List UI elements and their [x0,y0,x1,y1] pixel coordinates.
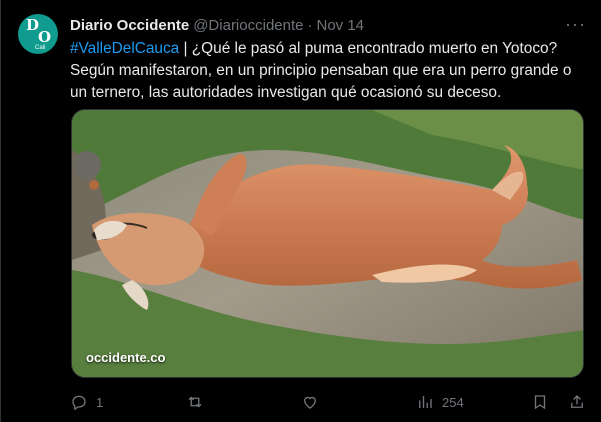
puma-photo [72,110,583,377]
tweet-actions: 1 254 [70,392,590,412]
bookmark-icon [534,395,546,410]
views-icon [419,396,432,408]
more-icon[interactable]: ··· [565,14,585,34]
separator-dot: · [307,16,313,34]
author-handle[interactable]: @Diarioccidente [193,17,303,34]
share-icon [571,395,583,408]
like-button[interactable] [301,392,327,412]
views-count: 254 [442,394,464,410]
hashtag-link[interactable]: #ValleDelCauca [70,40,179,57]
tweet-header: Diario Occidente @Diarioccidente · Nov 1… [70,15,364,35]
retweet-icon [188,396,202,408]
timestamp[interactable]: Nov 14 [316,17,364,34]
reply-count: 1 [96,394,104,410]
retweet-button[interactable] [186,392,212,412]
reply-button[interactable]: 1 [70,392,103,412]
tweet-media-image[interactable]: occidente.co [71,109,584,378]
share-button[interactable] [568,392,586,412]
media-watermark: occidente.co [86,350,166,365]
avatar-letter-o: O [38,28,52,46]
reply-icon [72,395,86,411]
views-button[interactable]: 254 [416,392,464,412]
tweet-card[interactable]: D O Cali Diario Occidente @Diarioccident… [0,0,601,422]
tweet-text-body: Según manifestaron, en un principio pens… [70,62,572,101]
author-avatar[interactable]: D O Cali [18,14,58,54]
tweet-text: #ValleDelCauca | ¿Qué le pasó al puma en… [70,38,590,104]
author-name[interactable]: Diario Occidente [70,17,189,34]
avatar-caption: Cali [35,45,46,51]
like-icon [304,396,316,409]
bookmark-button[interactable] [531,392,549,412]
tweet-text-line-1: | ¿Qué le pasó al puma encontrado muerto… [179,40,558,57]
